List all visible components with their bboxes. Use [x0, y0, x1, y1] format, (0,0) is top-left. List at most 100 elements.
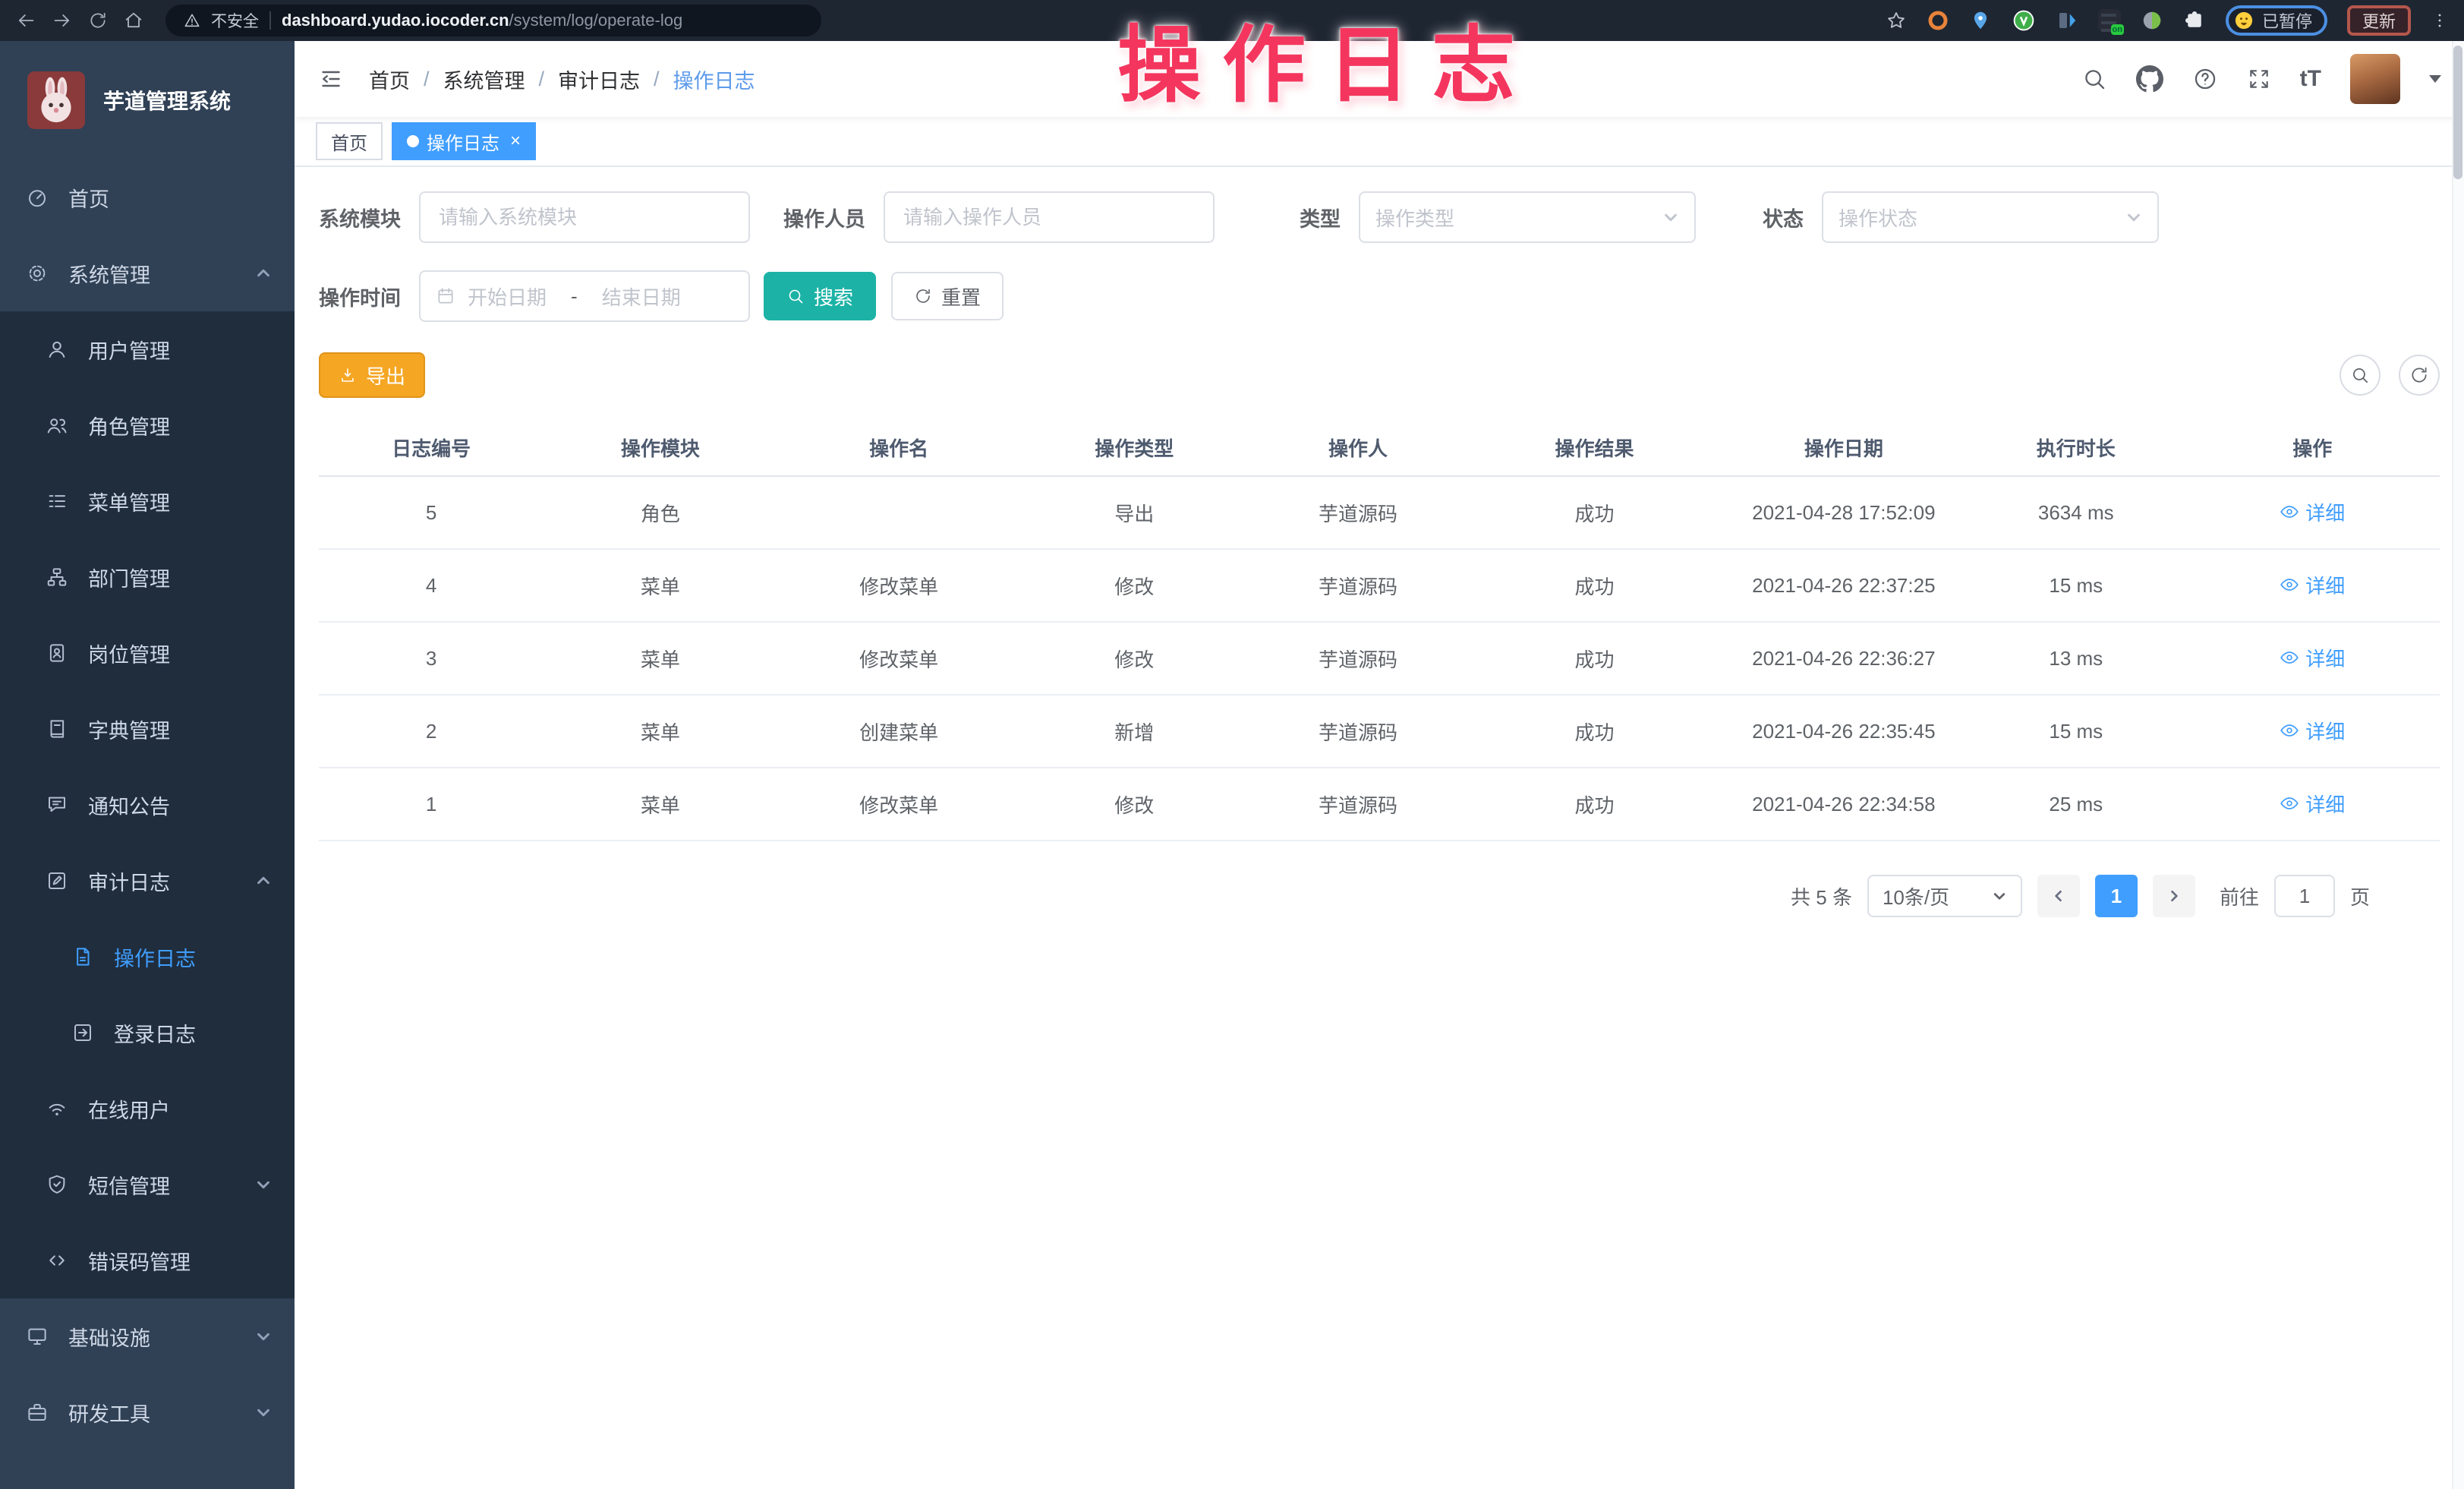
table-header-row: 日志编号 操作模块 操作名 操作类型 操作人 操作结果 操作日期 执行时长 操作	[319, 419, 2440, 477]
browser-menu-icon[interactable]	[2431, 11, 2449, 30]
tag-operate-log[interactable]: 操作日志 ×	[392, 122, 536, 160]
chevron-down-icon	[255, 1404, 272, 1421]
breadcrumb-home[interactable]: 首页	[369, 65, 410, 94]
export-button[interactable]: 导出	[319, 352, 425, 398]
chevron-down-icon	[255, 1176, 272, 1193]
module-input[interactable]	[419, 191, 750, 243]
pagination: 共 5 条 10条/页 1 前往 页	[319, 875, 2370, 917]
refresh-icon	[914, 287, 932, 305]
sidebar-item-notice[interactable]: 通知公告	[0, 767, 295, 843]
table-row: 2 菜单 创建菜单 新增 芋道源码 成功 2021-04-26 22:35:45…	[319, 696, 2440, 768]
sidebar-item-infrastructure[interactable]: 基础设施	[0, 1298, 295, 1374]
sidebar-item-online-users[interactable]: 在线用户	[0, 1071, 295, 1147]
extension-switch-icon[interactable]: on	[2098, 9, 2121, 32]
page-number-button[interactable]: 1	[2095, 875, 2138, 917]
github-icon[interactable]	[2136, 65, 2163, 93]
extension-leaf-icon[interactable]	[2141, 9, 2163, 32]
extension-orange-icon[interactable]	[1927, 9, 1949, 32]
sidebar-item-dev-tools[interactable]: 研发工具	[0, 1374, 295, 1450]
extensions-puzzle-icon[interactable]	[2183, 9, 2206, 32]
date-range-input[interactable]: 开始日期 - 结束日期	[419, 270, 750, 322]
extension-columns-icon[interactable]	[2056, 9, 2078, 32]
status-select[interactable]: 操作状态	[1822, 191, 2159, 243]
sidebar-item-error-code[interactable]: 错误码管理	[0, 1222, 295, 1298]
sidebar-item-menu-mgmt[interactable]: 菜单管理	[0, 463, 295, 539]
type-select[interactable]: 操作类型	[1359, 191, 1696, 243]
bookmark-star-icon[interactable]	[1886, 10, 1907, 31]
warning-icon	[184, 12, 200, 29]
close-icon[interactable]: ×	[510, 131, 521, 152]
detail-link[interactable]: 详细	[2280, 644, 2345, 672]
list-icon	[46, 490, 68, 513]
app-title: 芋道管理系统	[103, 85, 231, 115]
breadcrumb-audit[interactable]: 审计日志	[558, 65, 640, 94]
sidebar-collapse-icon[interactable]	[317, 65, 345, 93]
briefcase-icon	[26, 1401, 49, 1424]
detail-link[interactable]: 详细	[2280, 717, 2345, 745]
refresh-icon	[2409, 365, 2429, 385]
eye-icon	[2280, 648, 2299, 667]
sidebar-item-operate-log[interactable]: 操作日志	[0, 919, 295, 995]
sidebar-item-user-mgmt[interactable]: 用户管理	[0, 311, 295, 387]
detail-link[interactable]: 详细	[2280, 790, 2345, 818]
users-icon	[46, 414, 68, 437]
address-bar[interactable]: 不安全 dashboard.yudao.iocoder.cn/system/lo…	[165, 5, 821, 36]
breadcrumb-system[interactable]: 系统管理	[443, 65, 525, 94]
operator-label: 操作人员	[783, 203, 865, 232]
avatar[interactable]	[2350, 54, 2400, 104]
show-search-toggle-button[interactable]	[2340, 355, 2381, 396]
browser-bar: 不安全 dashboard.yudao.iocoder.cn/system/lo…	[0, 0, 2464, 41]
tag-home[interactable]: 首页	[316, 122, 383, 160]
reload-icon[interactable]	[88, 11, 108, 30]
table-row: 1 菜单 修改菜单 修改 芋道源码 成功 2021-04-26 22:34:58…	[319, 768, 2440, 841]
chevron-down-icon	[255, 1328, 272, 1345]
update-button[interactable]: 更新	[2347, 5, 2411, 36]
sidebar: 芋道管理系统 首页 系统管理 用户管理 角色管理 菜单管理	[0, 41, 295, 1489]
sidebar-item-post-mgmt[interactable]: 岗位管理	[0, 615, 295, 691]
next-page-button[interactable]	[2153, 875, 2195, 917]
total-count: 共 5 条	[1791, 882, 1852, 910]
detail-link[interactable]: 详细	[2280, 498, 2345, 526]
forward-icon[interactable]	[52, 10, 73, 31]
content: 系统模块 操作人员 类型 操作类型	[295, 167, 2464, 1489]
refresh-table-button[interactable]	[2399, 355, 2440, 396]
chevron-right-icon	[2166, 888, 2182, 904]
paused-extension-pill[interactable]: 已暂停	[2226, 5, 2327, 36]
font-size-icon[interactable]: tT	[2300, 68, 2321, 90]
chevron-left-icon	[2051, 888, 2066, 904]
search-button[interactable]: 搜索	[764, 272, 876, 320]
user-menu-caret-icon[interactable]	[2429, 75, 2441, 83]
page-size-select[interactable]: 10条/页	[1867, 875, 2022, 917]
wifi-icon	[46, 1097, 68, 1120]
app-logo-row[interactable]: 芋道管理系统	[0, 41, 295, 159]
eye-icon	[2280, 575, 2299, 595]
scrollbar-thumb[interactable]	[2453, 46, 2462, 179]
home-icon[interactable]	[123, 10, 144, 31]
table-row: 5 角色 导出 芋道源码 成功 2021-04-28 17:52:09 3634…	[319, 477, 2440, 550]
search-icon[interactable]	[2081, 66, 2107, 92]
fullscreen-icon[interactable]	[2247, 67, 2271, 91]
sidebar-item-dict-mgmt[interactable]: 字典管理	[0, 691, 295, 767]
sidebar-item-system-mgmt[interactable]: 系统管理	[0, 235, 295, 311]
extension-green-v-icon[interactable]	[2012, 8, 2036, 33]
chevron-down-icon	[2125, 209, 2142, 226]
reset-button[interactable]: 重置	[891, 272, 1004, 320]
sidebar-item-home[interactable]: 首页	[0, 159, 295, 235]
goto-page-input[interactable]	[2274, 875, 2335, 917]
sidebar-item-audit-log[interactable]: 审计日志	[0, 843, 295, 919]
help-icon[interactable]	[2192, 66, 2218, 92]
sidebar-item-role-mgmt[interactable]: 角色管理	[0, 387, 295, 463]
sidebar-item-dept-mgmt[interactable]: 部门管理	[0, 539, 295, 615]
detail-link[interactable]: 详细	[2280, 571, 2345, 599]
prev-page-button[interactable]	[2037, 875, 2080, 917]
operator-input[interactable]	[884, 191, 1215, 243]
audit-log-icon	[46, 869, 68, 892]
page-scrollbar[interactable]	[2452, 41, 2464, 1489]
sidebar-item-login-log[interactable]: 登录日志	[0, 995, 295, 1071]
calendar-icon	[436, 286, 455, 306]
announcement-icon	[46, 793, 68, 816]
back-icon[interactable]	[15, 10, 36, 31]
security-label[interactable]: 不安全	[211, 9, 259, 32]
sidebar-item-sms-mgmt[interactable]: 短信管理	[0, 1147, 295, 1222]
extension-pin-icon[interactable]	[1969, 9, 1992, 32]
